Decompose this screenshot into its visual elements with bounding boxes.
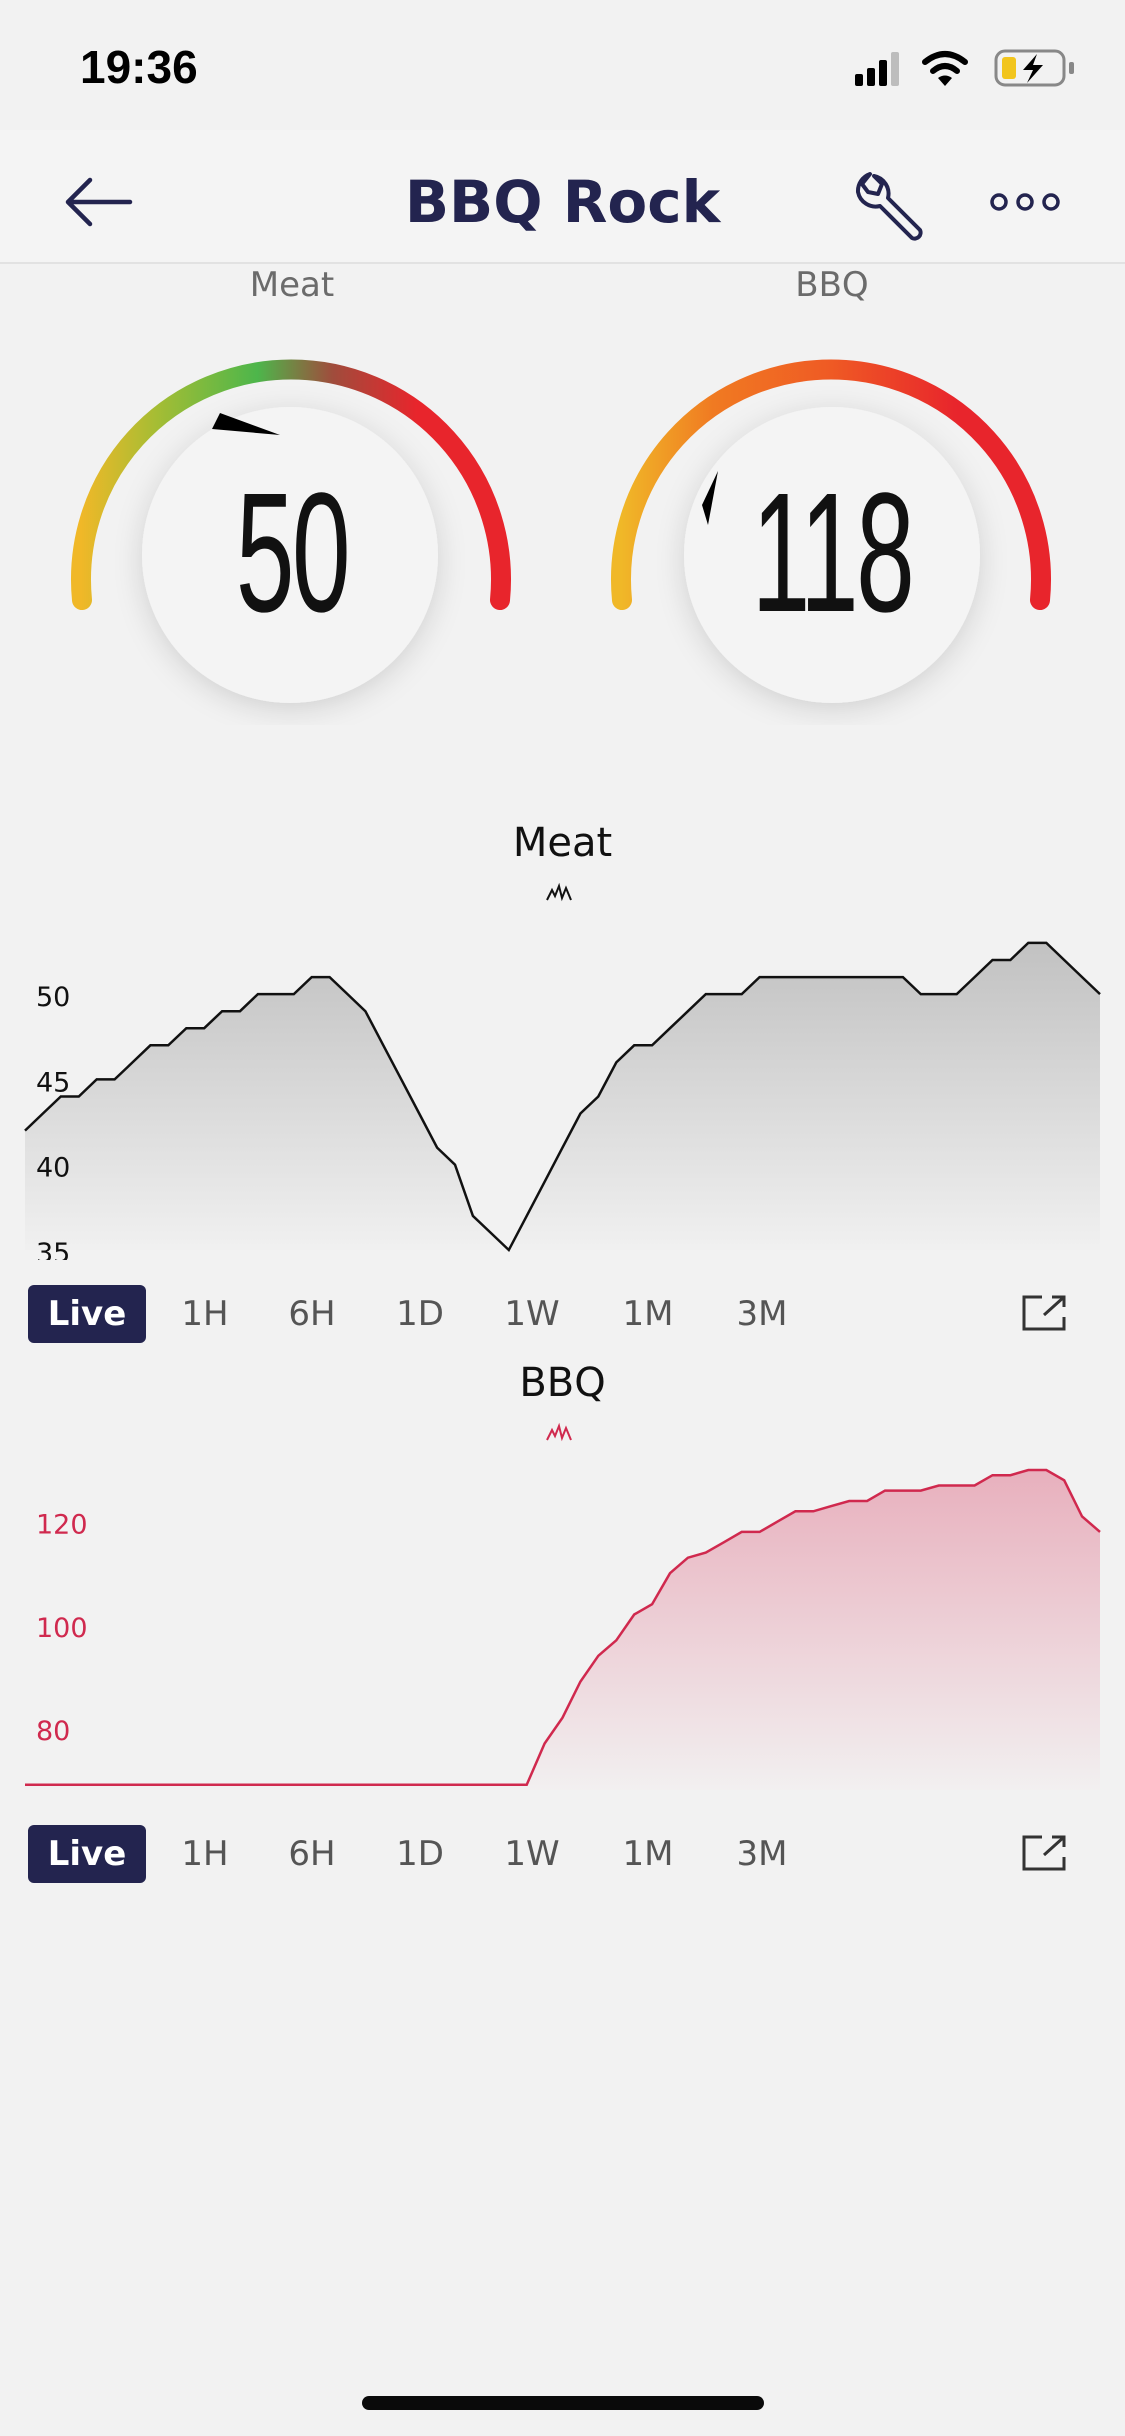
meat-y-tick-label: 50 bbox=[36, 982, 70, 1013]
range-6h-button[interactable]: 6H bbox=[272, 1285, 352, 1343]
chart-meat-title: Meat bbox=[512, 820, 613, 866]
range-3m-button[interactable]: 3M bbox=[722, 1285, 802, 1343]
line-chart-icon bbox=[546, 1422, 572, 1442]
gauge-bbq-label: BBQ bbox=[795, 265, 869, 305]
more-button[interactable] bbox=[985, 182, 1065, 222]
settings-button[interactable] bbox=[850, 166, 930, 246]
expand-chart-button[interactable] bbox=[1022, 1833, 1068, 1873]
gauge-meat: Meat 50 bbox=[52, 265, 532, 725]
chart-bbq-title: BBQ bbox=[519, 1360, 606, 1406]
cellular-signal-icon bbox=[855, 52, 899, 86]
bbq-y-tick-label: 80 bbox=[36, 1716, 70, 1747]
status-icons bbox=[855, 44, 1085, 94]
nav-bar: BBQ Rock bbox=[0, 130, 1125, 264]
gauge-meat-value: 50 bbox=[235, 458, 351, 648]
meat-area-fill bbox=[25, 942, 1100, 1250]
range-1h-button[interactable]: 1H bbox=[165, 1825, 245, 1883]
expand-chart-button[interactable] bbox=[1022, 1293, 1068, 1333]
range-6h-button[interactable]: 6H bbox=[272, 1825, 352, 1883]
meat-y-tick-label: 35 bbox=[36, 1238, 70, 1260]
bbq-y-tick-label: 100 bbox=[36, 1613, 88, 1644]
bbq-area-fill bbox=[25, 1470, 1100, 1790]
wifi-icon bbox=[922, 51, 968, 86]
gauge-bbq: BBQ 118 bbox=[592, 265, 1072, 725]
status-bar: 19:36 bbox=[0, 0, 1125, 130]
line-chart-icon bbox=[546, 882, 572, 902]
range-1w-button[interactable]: 1W bbox=[492, 1825, 572, 1883]
range-1m-button[interactable]: 1M bbox=[608, 1285, 688, 1343]
range-1m-button[interactable]: 1M bbox=[608, 1825, 688, 1883]
expand-icon bbox=[1022, 1835, 1066, 1871]
range-bar-meat: Live 1H 6H 1D 1W 1M 3M bbox=[0, 1285, 1125, 1345]
range-1h-button[interactable]: 1H bbox=[165, 1285, 245, 1343]
expand-icon bbox=[1022, 1295, 1066, 1331]
status-time: 19:36 bbox=[80, 41, 198, 93]
chart-meat: 35 40 45 50 bbox=[24, 941, 1101, 1260]
gauge-bbq-value: 118 bbox=[751, 458, 915, 648]
range-bar-bbq: Live 1H 6H 1D 1W 1M 3M bbox=[0, 1825, 1125, 1885]
range-3m-button[interactable]: 3M bbox=[722, 1825, 802, 1883]
wrench-icon bbox=[856, 172, 923, 241]
gauge-meat-label: Meat bbox=[249, 265, 335, 305]
page-title: BBQ Rock bbox=[404, 168, 721, 236]
bbq-y-tick-label: 120 bbox=[36, 1510, 88, 1541]
range-1d-button[interactable]: 1D bbox=[380, 1285, 460, 1343]
range-live-button[interactable]: Live bbox=[28, 1825, 146, 1883]
meat-y-tick-label: 40 bbox=[36, 1153, 70, 1184]
ellipsis-icon bbox=[990, 193, 1060, 211]
range-1d-button[interactable]: 1D bbox=[380, 1825, 460, 1883]
home-indicator[interactable] bbox=[362, 2396, 764, 2410]
range-1w-button[interactable]: 1W bbox=[492, 1285, 572, 1343]
battery-charging-icon bbox=[994, 49, 1074, 87]
chart-bbq: 80 100 120 bbox=[24, 1468, 1101, 1790]
meat-y-tick-label: 45 bbox=[36, 1067, 70, 1098]
range-live-button[interactable]: Live bbox=[28, 1285, 146, 1343]
